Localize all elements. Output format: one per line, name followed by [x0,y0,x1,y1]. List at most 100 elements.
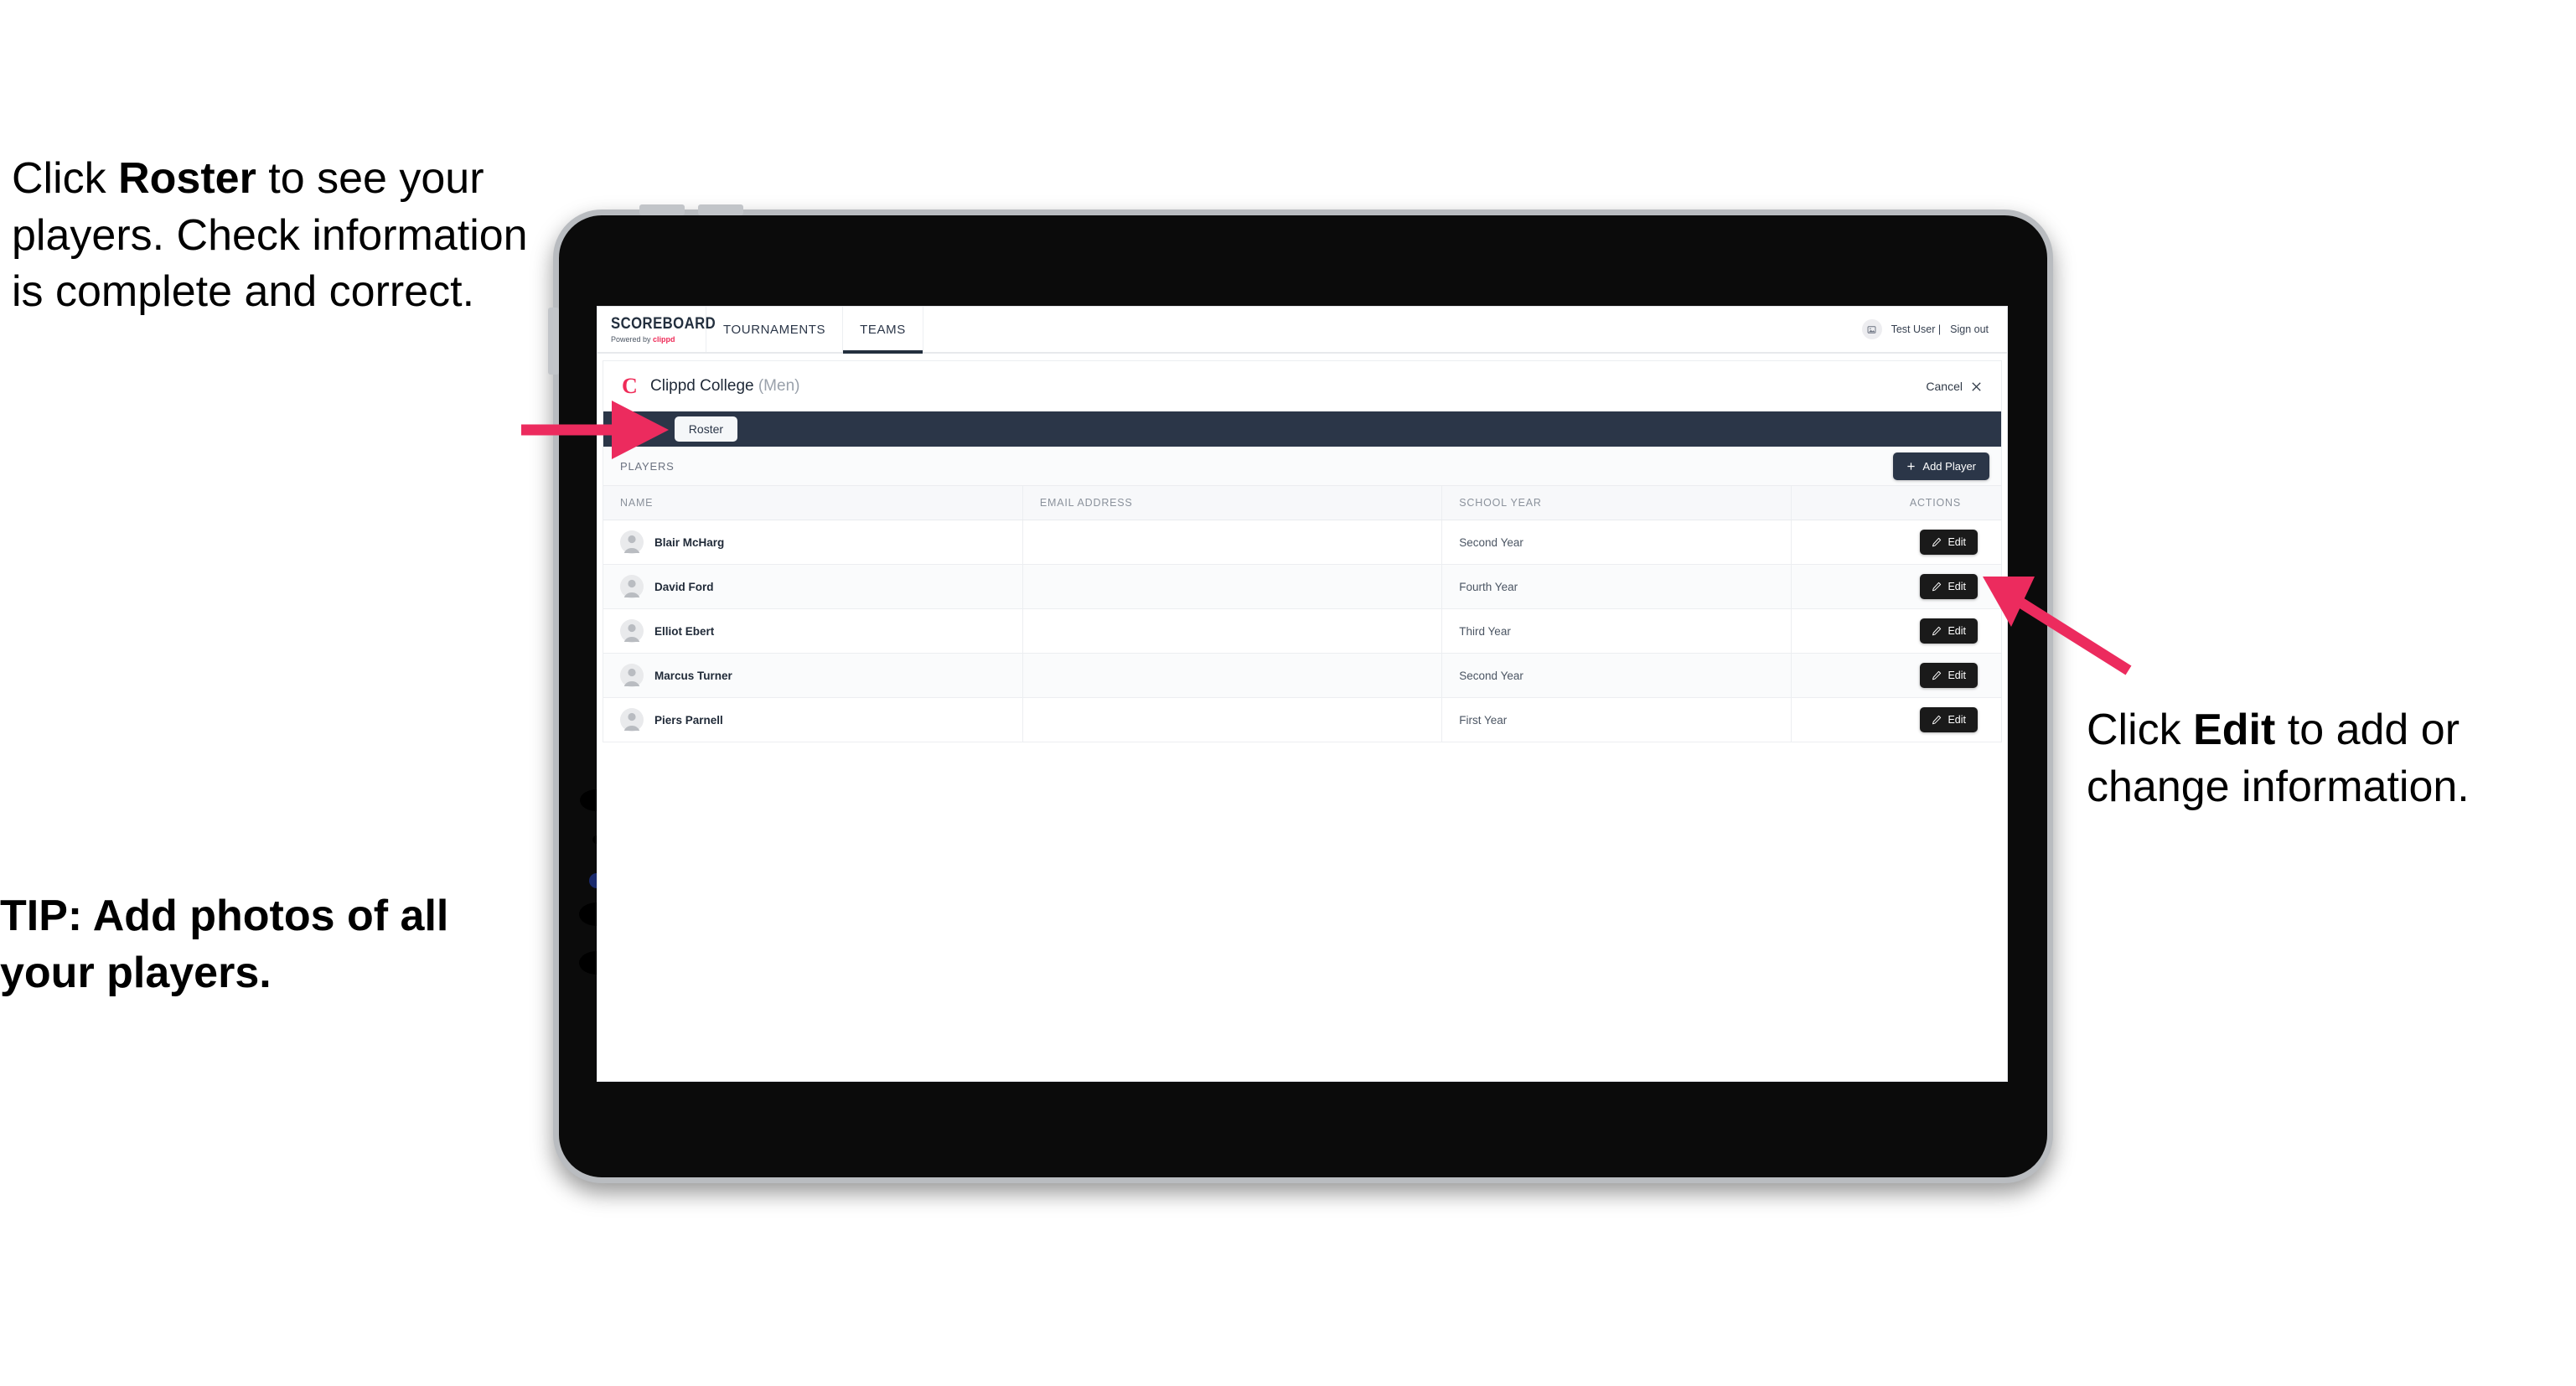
person-icon [623,712,640,731]
user-avatar[interactable] [1861,319,1882,339]
table-header-row: NAME EMAIL ADDRESS SCHOOL YEAR ACTIONS [603,486,2001,520]
scoreboard-logo[interactable]: SCOREBOARD Powered by clippd [597,307,716,352]
table-row: Piers Parnell First Year Edit [603,697,2001,742]
player-name: Elliot Ebert [654,624,715,638]
cell-school-year: Second Year [1441,653,1792,698]
annotation-edit: Click Edit to add or change information. [2087,702,2573,815]
avatar [620,708,644,732]
user-name-label: Test User | [1891,323,1942,335]
player-name: Blair McHarg [654,535,725,549]
cell-actions: Edit [1791,697,2001,742]
school-year-value: Second Year [1459,669,1523,682]
cell-name: Marcus Turner [603,653,1023,698]
avatar [620,619,644,643]
players-table: NAME EMAIL ADDRESS SCHOOL YEAR ACTIONS B… [603,486,2001,742]
annotation-roster: Click Roster to see your players. Check … [12,151,548,321]
team-gender-text: (Men) [758,377,800,395]
table-row: Elliot Ebert Third Year Edit [603,608,2001,654]
edit-label: Edit [1948,536,1966,548]
cancel-label: Cancel [1926,380,1963,393]
avatar [620,575,644,598]
team-header: C Clippd College (Men) Cancel [603,361,2001,411]
sign-out-link[interactable]: Sign out [1950,323,1989,335]
edit-button[interactable]: Edit [1920,530,1978,555]
cell-school-year: Fourth Year [1441,564,1792,609]
cell-email [1022,697,1443,742]
annotation-tip: TIP: Add photos of all your players. [0,892,449,997]
edit-button[interactable]: Edit [1920,707,1978,732]
logo-powered-by: Powered by [611,335,654,344]
cell-email [1022,564,1443,609]
school-year-value: Second Year [1459,535,1523,549]
column-header-school-year: SCHOOL YEAR [1441,486,1792,520]
pencil-icon [1932,715,1942,725]
cell-school-year: Second Year [1441,520,1792,565]
volume-down-button[interactable] [698,204,743,215]
players-toolbar: PLAYERS Add Player [603,447,2001,486]
section-tab-bar: Details Roster [603,411,2001,447]
table-row: Blair McHarg Second Year Edit [603,520,2001,565]
column-header-name: NAME [603,486,1023,520]
players-table-body: Blair McHarg Second Year Edit David Ford Fou… [603,520,2001,742]
pencil-icon [1932,670,1942,680]
cell-name: Blair McHarg [603,520,1023,565]
tab-details[interactable]: Details [620,422,666,436]
cell-school-year: Third Year [1441,608,1792,654]
cell-actions: Edit [1791,608,2001,654]
logo-wordmark: SCOREBOARD [611,315,716,333]
school-year-value: First Year [1459,713,1508,727]
edit-label: Edit [1948,581,1966,592]
pencil-icon [1932,582,1942,592]
edit-button[interactable]: Edit [1920,618,1978,644]
pencil-icon [1932,537,1942,547]
column-header-email: EMAIL ADDRESS [1022,486,1443,520]
team-card: C Clippd College (Men) Cancel Details Ro… [603,360,2002,742]
edit-button[interactable]: Edit [1920,574,1978,599]
annotation-edit-pre: Click [2087,706,2194,754]
cell-school-year: First Year [1441,697,1792,742]
cell-email [1022,653,1443,698]
add-player-label: Add Player [1922,459,1976,473]
cell-actions: Edit [1791,520,2001,565]
plus-icon [1907,462,1916,470]
nav-tab-tournaments[interactable]: TOURNAMENTS [706,307,844,352]
person-icon [623,623,640,642]
annotation-roster-pre: Click [12,154,119,203]
team-logo-icon: C [622,374,638,398]
player-name: Piers Parnell [654,713,723,727]
players-section-label: PLAYERS [620,459,675,473]
cell-name: David Ford [603,564,1023,609]
person-icon [623,579,640,597]
player-name: David Ford [654,580,714,593]
close-icon [1972,381,1981,391]
annotation-edit-bold: Edit [2193,706,2276,754]
school-year-value: Fourth Year [1459,580,1518,593]
cell-name: Elliot Ebert [603,608,1023,654]
logo-brand: clippd [653,335,675,344]
app-screen: SCOREBOARD Powered by clippd TOURNAMENTS… [597,307,2007,1081]
logo-tagline: Powered by clippd [611,335,706,344]
cell-actions: Edit [1791,653,2001,698]
edit-label: Edit [1948,714,1966,726]
table-row: Marcus Turner Second Year Edit [603,653,2001,698]
image-placeholder-icon [1867,325,1876,334]
cell-email [1022,608,1443,654]
cell-actions: Edit [1791,564,2001,609]
team-name-text: Clippd College [650,377,754,395]
add-player-button[interactable]: Add Player [1893,452,1989,480]
edit-button[interactable]: Edit [1920,663,1978,688]
edit-label: Edit [1948,670,1966,681]
user-area: Test User | Sign out [1861,307,2007,352]
cell-email [1022,520,1443,565]
top-navigation-bar: SCOREBOARD Powered by clippd TOURNAMENTS… [597,307,2007,354]
school-year-value: Third Year [1459,624,1511,638]
column-header-actions: ACTIONS [1791,486,2001,520]
edit-label: Edit [1948,625,1966,637]
tab-roster[interactable]: Roster [674,416,738,442]
nav-tab-teams[interactable]: TEAMS [843,307,923,354]
volume-up-button[interactable] [639,204,685,215]
pencil-icon [1932,626,1942,636]
person-icon [623,668,640,686]
power-button[interactable] [548,308,559,375]
cancel-button[interactable]: Cancel [1926,380,1983,393]
